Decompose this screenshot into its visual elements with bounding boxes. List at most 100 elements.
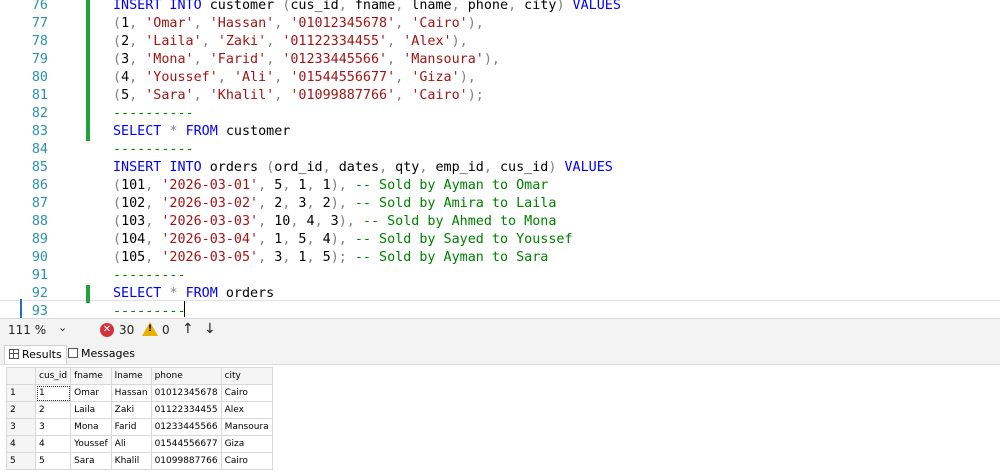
- code-token: cus_id: [290, 0, 339, 13]
- code-token: 'Ali': [233, 70, 275, 85]
- error-count[interactable]: 30: [119, 323, 134, 337]
- grid-cell[interactable]: Ali: [110, 435, 152, 453]
- code-line[interactable]: 81 (5, 'Sara', 'Khalil', '01099887766', '…: [0, 87, 1000, 105]
- code-line[interactable]: 79 (3, 'Mona', 'Farid', '01233445566', 'M…: [0, 51, 1000, 69]
- code-line[interactable]: 83 SELECT * FROM customer: [0, 123, 1000, 141]
- column-header[interactable]: city: [220, 367, 273, 385]
- grid-cell[interactable]: 01544556677: [150, 435, 222, 453]
- change-marker: [86, 285, 90, 303]
- code-token: INSERT INTO: [113, 160, 202, 175]
- table-row[interactable]: 2 2 Laila Zaki 01122334455 Alex: [6, 401, 273, 419]
- code-token: ,: [322, 160, 331, 175]
- code-token: 'Mona': [145, 52, 194, 67]
- grid-cell[interactable]: Giza: [220, 435, 273, 453]
- grid-cell[interactable]: Cairo: [220, 452, 273, 470]
- code-token: ,: [258, 214, 267, 229]
- grid-cell[interactable]: 01122334455: [150, 401, 222, 419]
- code-token: 3: [121, 52, 130, 67]
- tab-results[interactable]: Results: [4, 345, 67, 364]
- grid-cell[interactable]: Hassan: [110, 384, 152, 402]
- grid-cell[interactable]: Zaki: [110, 401, 152, 419]
- grid-cell[interactable]: Farid: [110, 418, 152, 436]
- row-number[interactable]: 1: [6, 384, 36, 402]
- code-line[interactable]: 77 (1, 'Omar', 'Hassan', '01012345678', '…: [0, 15, 1000, 33]
- code-token: 4: [298, 214, 315, 229]
- code-token: ),: [330, 196, 347, 211]
- code-line[interactable]: 93 ---------: [0, 303, 1000, 318]
- warning-count[interactable]: 0: [162, 323, 170, 337]
- grid-cell[interactable]: Sara: [70, 452, 112, 470]
- code-token: VALUES: [556, 160, 613, 175]
- code-token: 'Sara': [145, 88, 194, 103]
- grid-cell[interactable]: Alex: [220, 401, 273, 419]
- grid-cell[interactable]: 01012345678: [150, 384, 222, 402]
- code-line[interactable]: 90 (105, '2026-03-05', 3, 1, 5); -- Sold …: [0, 249, 1000, 267]
- code-token: (: [113, 250, 122, 265]
- row-number[interactable]: 5: [6, 452, 36, 470]
- results-grid[interactable]: cus_id fname lname phone city 1 1 Omar H…: [6, 367, 273, 470]
- grid-corner[interactable]: [6, 367, 36, 385]
- code-line[interactable]: 91 ---------: [0, 267, 1000, 285]
- code-line[interactable]: 92 SELECT * FROM orders: [0, 285, 1000, 303]
- grid-cell[interactable]: Youssef: [70, 435, 112, 453]
- arrow-up-icon[interactable]: ↑: [182, 321, 194, 337]
- table-row[interactable]: 3 3 Mona Farid 01233445566 Mansoura: [6, 418, 273, 436]
- code-line[interactable]: 76 INSERT INTO customer (cus_id, fname, l…: [0, 0, 1000, 15]
- code-line[interactable]: 84 ----------: [0, 141, 1000, 159]
- grid-cell[interactable]: 01099887766: [150, 452, 222, 470]
- code-token: 102: [121, 196, 146, 211]
- grid-cell[interactable]: 4: [34, 435, 72, 453]
- results-pane: cus_id fname lname phone city 1 1 Omar H…: [0, 364, 1000, 474]
- grid-cell[interactable]: 01233445566: [150, 418, 222, 436]
- grid-cell[interactable]: Mona: [70, 418, 112, 436]
- code-text: ----------: [113, 105, 194, 123]
- table-row[interactable]: 4 4 Youssef Ali 01544556677 Giza: [6, 435, 273, 453]
- code-line[interactable]: 85 INSERT INTO orders (ord_id, dates, qty…: [0, 159, 1000, 177]
- column-header[interactable]: fname: [70, 367, 112, 385]
- code-token: (: [113, 196, 122, 211]
- code-token: 1: [266, 232, 283, 247]
- change-marker: [86, 69, 90, 87]
- code-token: ,: [217, 70, 226, 85]
- grid-cell[interactable]: Cairo: [220, 384, 273, 402]
- grid-cell[interactable]: Omar: [70, 384, 112, 402]
- grid-cell[interactable]: 3: [34, 418, 72, 436]
- grid-cell[interactable]: Laila: [70, 401, 112, 419]
- code-line[interactable]: 89 (104, '2026-03-04', 1, 5, 4), -- Sold …: [0, 231, 1000, 249]
- grid-cell[interactable]: 5: [34, 452, 72, 470]
- code-line[interactable]: 87 (102, '2026-03-02', 2, 3, 2), -- Sold …: [0, 195, 1000, 213]
- code-line[interactable]: 82 ----------: [0, 105, 1000, 123]
- code-token: ----------: [113, 106, 194, 121]
- row-number[interactable]: 4: [6, 435, 36, 453]
- code-line[interactable]: 86 (101, '2026-03-01', 5, 1, 1), -- Sold …: [0, 177, 1000, 195]
- code-line[interactable]: 80 (4, 'Youssef', 'Ali', '01544556677', '…: [0, 69, 1000, 87]
- error-icon[interactable]: ✕: [100, 323, 114, 337]
- code-line[interactable]: 88 (103, '2026-03-03', 10, 4, 3), -- Sold…: [0, 213, 1000, 231]
- tab-messages[interactable]: Messages: [64, 345, 139, 363]
- grid-cell[interactable]: Mansoura: [220, 418, 273, 436]
- table-row[interactable]: 1 1 Omar Hassan 01012345678 Cairo: [6, 384, 273, 402]
- sql-editor[interactable]: 76 INSERT INTO customer (cus_id, fname, l…: [0, 0, 1000, 318]
- code-line[interactable]: 78 (2, 'Laila', 'Zaki', '01122334455', 'A…: [0, 33, 1000, 51]
- row-number[interactable]: 3: [6, 418, 36, 436]
- line-number: 82: [31, 106, 48, 121]
- column-header[interactable]: phone: [150, 367, 222, 385]
- line-number: 78: [31, 34, 48, 49]
- grid-cell[interactable]: Khalil: [110, 452, 152, 470]
- column-header[interactable]: lname: [110, 367, 152, 385]
- table-row[interactable]: 5 5 Sara Khalil 01099887766 Cairo: [6, 452, 273, 470]
- column-header[interactable]: cus_id: [34, 367, 72, 385]
- zoom-level[interactable]: 111 %: [8, 323, 46, 337]
- zoom-dropdown-chevron-icon[interactable]: ⌄: [58, 321, 67, 334]
- arrow-down-icon[interactable]: ↓: [204, 321, 216, 337]
- row-number[interactable]: 2: [6, 401, 36, 419]
- code-token: 'Laila': [145, 34, 202, 49]
- line-number: 77: [31, 16, 48, 31]
- code-token: FROM: [185, 124, 218, 139]
- grid-cell[interactable]: 2: [34, 401, 72, 419]
- code-token: 104: [121, 232, 146, 247]
- grid-cell[interactable]: 1: [34, 384, 72, 402]
